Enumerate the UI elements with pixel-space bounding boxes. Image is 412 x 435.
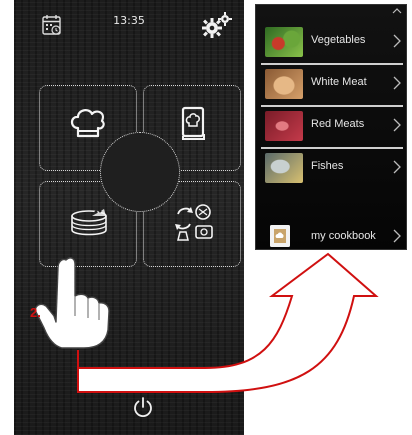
- center-selector[interactable]: [100, 132, 180, 212]
- menu-item-red-meats[interactable]: Red Meats: [259, 107, 405, 144]
- menu-item-label: Vegetables: [311, 34, 366, 46]
- menu-item-my-cookbook[interactable]: my cookbook: [259, 221, 405, 249]
- cookbook-label: my cookbook: [311, 230, 376, 242]
- power-icon[interactable]: [132, 396, 154, 418]
- chevron-right-icon: [393, 160, 401, 174]
- menu-item-white-meat[interactable]: White Meat: [259, 65, 405, 102]
- chevron-right-icon: [393, 118, 401, 132]
- chevron-right-icon: [393, 34, 401, 48]
- white-meat-thumb: [265, 69, 303, 99]
- menu-item-vegetables[interactable]: Vegetables: [259, 23, 405, 60]
- oven-control-screen: 13:35: [14, 0, 244, 435]
- vegetables-thumb: [265, 27, 303, 57]
- scroll-up-icon[interactable]: [392, 7, 402, 15]
- menu-item-label: Red Meats: [311, 118, 365, 130]
- menu-item-label: Fishes: [311, 160, 344, 172]
- status-bar: 13:35: [14, 0, 244, 44]
- fishes-thumb: [265, 153, 303, 183]
- cake-icon: [71, 209, 107, 236]
- menu-item-fishes[interactable]: Fishes: [259, 149, 405, 186]
- cookbook-icon: [270, 225, 290, 247]
- category-menu-panel: Vegetables White Meat Red Meats Fishes m…: [255, 4, 407, 250]
- chevron-right-icon: [393, 229, 401, 243]
- red-meats-thumb: [265, 111, 303, 141]
- menu-item-label: White Meat: [311, 76, 367, 88]
- modes-icon: [175, 204, 213, 241]
- gears-icon[interactable]: [200, 11, 234, 41]
- step-number: 2.: [30, 305, 41, 320]
- recipe-book-icon: [181, 106, 205, 140]
- chef-hat-icon: [70, 109, 105, 138]
- chevron-right-icon: [393, 76, 401, 90]
